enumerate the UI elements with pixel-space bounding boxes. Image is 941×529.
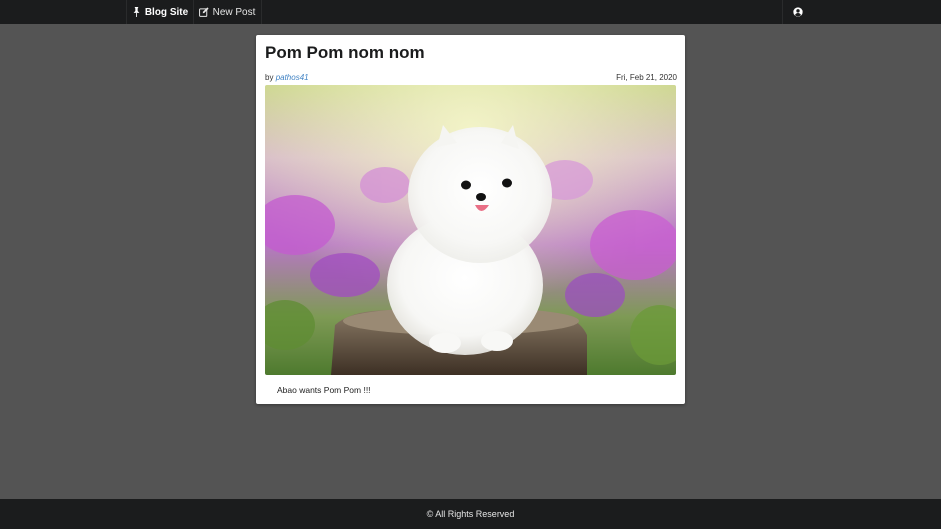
post-body: Abao wants Pom Pom !!! [277, 385, 371, 395]
post-card: Pom Pom nom nom by pathos41 Fri, Feb 21,… [256, 35, 685, 404]
nav-blog-site-label: Blog Site [144, 6, 189, 18]
post-title: Pom Pom nom nom [265, 43, 425, 62]
nav-user-menu[interactable] [782, 0, 813, 24]
edit-icon [198, 7, 209, 17]
top-navbar: Blog Site New Post [0, 0, 941, 24]
user-circle-icon [793, 7, 803, 17]
footer: © All Rights Reserved [0, 499, 941, 529]
pin-icon [133, 7, 140, 17]
pomeranian-photo [265, 85, 676, 375]
footer-copyright: © All Rights Reserved [426, 509, 515, 519]
post-byline: by pathos41 [265, 73, 309, 82]
post-date: Fri, Feb 21, 2020 [616, 73, 677, 82]
post-image [265, 85, 676, 375]
post-meta: by pathos41 Fri, Feb 21, 2020 [265, 73, 677, 85]
nav-new-post[interactable]: New Post [193, 0, 262, 24]
author-link[interactable]: pathos41 [276, 73, 309, 82]
nav-blog-site[interactable]: Blog Site [126, 0, 194, 24]
byline-prefix: by [265, 73, 274, 82]
nav-new-post-label: New Post [212, 6, 256, 18]
